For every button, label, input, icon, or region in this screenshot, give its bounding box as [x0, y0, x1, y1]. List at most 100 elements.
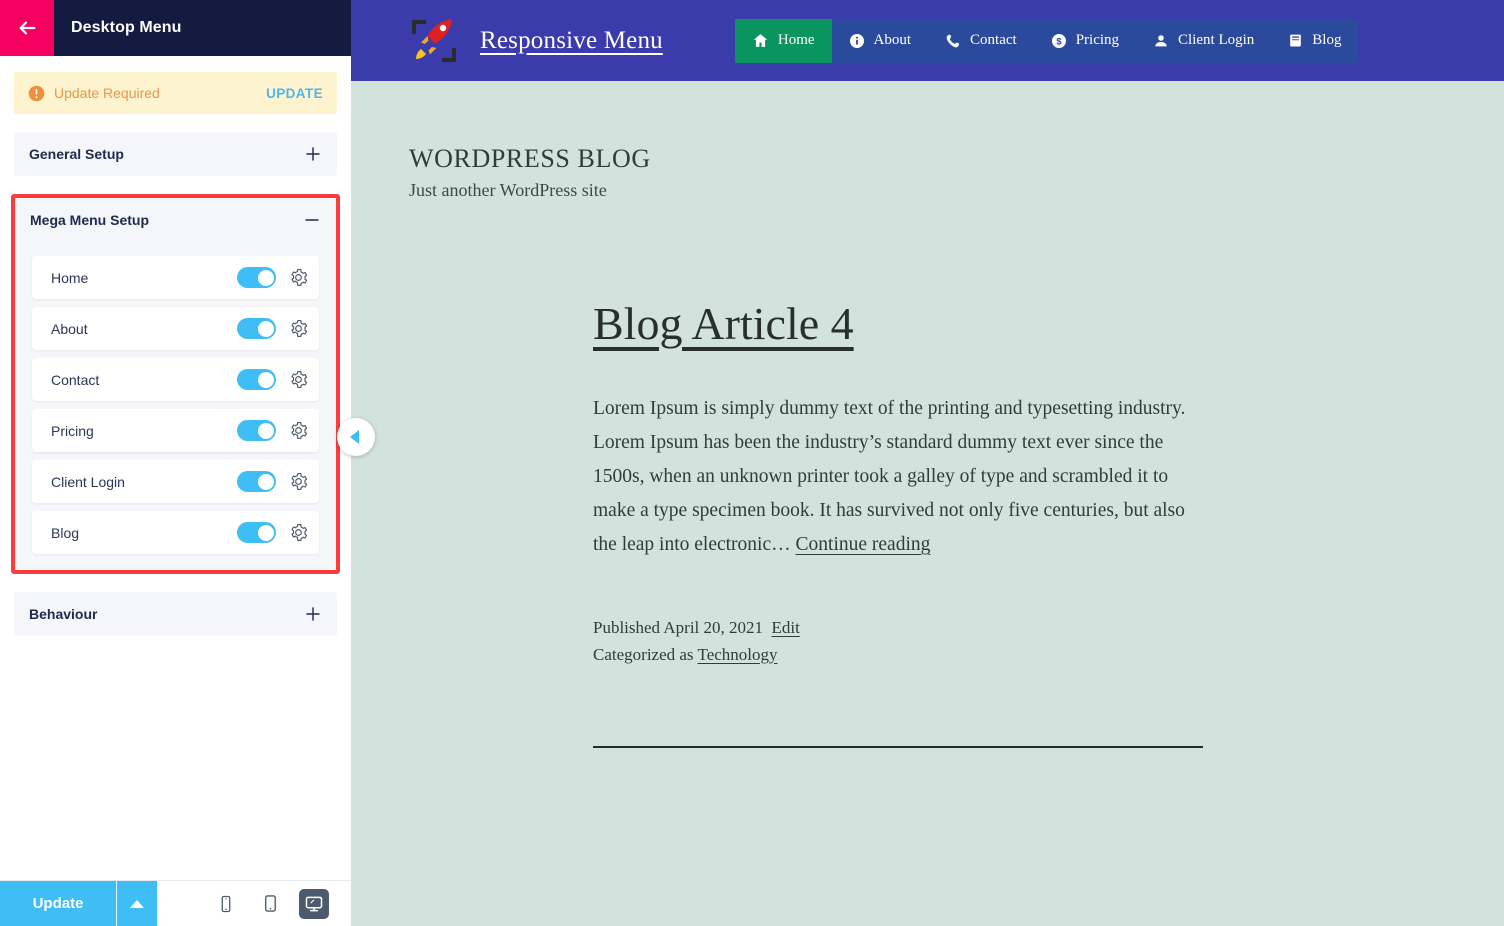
back-button[interactable] — [0, 0, 54, 56]
chevron-left-icon — [350, 430, 359, 444]
menu-item-toggle[interactable] — [237, 267, 276, 288]
book-icon — [1290, 34, 1302, 47]
article-published-row: Published April 20, 2021 Edit — [593, 614, 1205, 641]
menu-item-label: Pricing — [51, 422, 94, 439]
nav-item-label: Blog — [1312, 32, 1342, 48]
site-tagline: Just another WordPress site — [409, 180, 607, 200]
phone-icon — [946, 34, 960, 47]
plus-icon — [306, 607, 320, 621]
nav-item-home[interactable]: Home — [734, 18, 832, 63]
notice-text: Update Required — [54, 85, 160, 101]
toggle-knob — [257, 473, 274, 490]
gear-icon[interactable] — [289, 268, 308, 287]
menu-item-label: Home — [51, 269, 89, 286]
published-prefix: Published — [593, 617, 661, 637]
article: Blog Article 4 Lorem Ipsum is simply dum… — [593, 298, 1205, 748]
toggle-knob — [257, 269, 274, 286]
nav-item-contact[interactable]: Contact — [928, 19, 1034, 63]
menu-item-toggle[interactable] — [237, 471, 276, 492]
mobile-icon — [221, 895, 231, 912]
article-meta: Published April 20, 2021 Edit Categorize… — [593, 614, 1205, 668]
section-behaviour-label: Behaviour — [29, 606, 98, 622]
menu-item-label: Blog — [51, 524, 80, 541]
minus-icon — [305, 219, 319, 221]
site-nav-items: Home About Contact $ Pricing Client Logi… — [734, 18, 1359, 63]
list-item: About — [32, 307, 319, 350]
update-options-button[interactable] — [116, 881, 157, 926]
site-brand[interactable]: Responsive Menu — [408, 15, 663, 67]
update-link[interactable]: UPDATE — [266, 86, 323, 101]
device-desktop-button[interactable] — [299, 888, 329, 919]
list-item: Blog — [32, 511, 319, 554]
panel-header: Desktop Menu — [0, 0, 351, 56]
menu-item-toggle[interactable] — [237, 420, 276, 441]
nav-item-label: Home — [777, 32, 815, 48]
section-behaviour[interactable]: Behaviour — [14, 592, 337, 636]
category-prefix: Categorized as — [593, 644, 694, 664]
section-general-setup-label: General Setup — [29, 146, 124, 162]
menu-item-label: Contact — [51, 371, 100, 388]
list-item: Contact — [32, 358, 319, 401]
nav-item-about[interactable]: About — [832, 19, 929, 63]
section-general-setup[interactable]: General Setup — [14, 132, 337, 176]
site-preview: Responsive Menu Home About Contact $ Pri… — [351, 0, 1504, 926]
list-item: Client Login — [32, 460, 319, 503]
device-switcher — [157, 881, 351, 926]
arrow-left-icon — [19, 21, 36, 35]
svg-text:$: $ — [1056, 36, 1062, 46]
tablet-icon — [264, 895, 276, 912]
home-icon — [753, 34, 768, 47]
gear-icon[interactable] — [289, 370, 308, 389]
app-root: Desktop Menu Update Required UPDATE Gene… — [0, 0, 1504, 926]
gear-icon[interactable] — [289, 421, 308, 440]
edit-link[interactable]: Edit — [772, 618, 800, 637]
menu-item-toggle[interactable] — [237, 522, 276, 543]
plus-icon — [306, 147, 320, 161]
gear-icon[interactable] — [289, 472, 308, 491]
dollar-circle-icon: $ — [1051, 33, 1066, 48]
section-mega-menu-setup[interactable]: Mega Menu Setup — [15, 198, 336, 242]
nav-item-label: Pricing — [1075, 32, 1120, 48]
mega-menu-item-list: Home About Contact Pricing Client Login … — [15, 242, 336, 570]
category-link[interactable]: Technology — [698, 645, 778, 664]
nav-item-blog[interactable]: Blog — [1271, 19, 1358, 63]
settings-panel: Desktop Menu Update Required UPDATE Gene… — [0, 0, 351, 926]
site-brand-name[interactable]: Responsive Menu — [480, 27, 663, 55]
article-excerpt-text: Lorem Ipsum is simply dummy text of the … — [593, 397, 1186, 555]
gear-icon[interactable] — [289, 319, 308, 338]
article-excerpt: Lorem Ipsum is simply dummy text of the … — [593, 392, 1205, 562]
caret-up-icon — [130, 899, 144, 908]
mega-menu-setup-section: Mega Menu Setup Home About Contact Prici… — [11, 194, 340, 574]
panel-footer: Update — [0, 880, 351, 926]
site-header: WORDPRESS BLOG Just another WordPress si… — [351, 81, 1504, 201]
continue-reading-link[interactable]: Continue reading — [796, 534, 931, 555]
menu-item-toggle[interactable] — [237, 318, 276, 339]
toggle-knob — [257, 422, 274, 439]
nav-item-label: Client Login — [1178, 32, 1255, 48]
published-date: April 20, 2021 — [663, 617, 764, 637]
notice-left: Update Required — [28, 85, 266, 102]
device-mobile-button[interactable] — [211, 889, 241, 919]
list-item: Pricing — [32, 409, 319, 452]
nav-item-client-login[interactable]: Client Login — [1136, 19, 1271, 63]
device-tablet-button[interactable] — [255, 889, 285, 919]
nav-item-pricing[interactable]: $ Pricing — [1034, 19, 1136, 63]
menu-item-label: About — [51, 320, 88, 337]
menu-item-toggle[interactable] — [237, 369, 276, 390]
panel-title: Desktop Menu — [71, 19, 182, 36]
gear-icon[interactable] — [289, 523, 308, 542]
section-mega-menu-setup-label: Mega Menu Setup — [30, 212, 150, 228]
info-circle-icon — [849, 33, 864, 48]
panel-collapse-handle[interactable] — [337, 418, 375, 456]
list-item: Home — [32, 256, 319, 299]
user-icon — [1155, 34, 1167, 46]
alert-circle-icon — [28, 85, 45, 101]
nav-item-label: About — [873, 32, 912, 48]
article-title[interactable]: Blog Article 4 — [593, 298, 1205, 350]
update-button[interactable]: Update — [0, 881, 116, 926]
site-navbar: Responsive Menu Home About Contact $ Pri… — [351, 0, 1504, 81]
nav-item-label: Contact — [970, 32, 1017, 48]
toggle-knob — [257, 320, 274, 337]
article-divider — [593, 745, 1203, 748]
toggle-knob — [257, 371, 274, 388]
